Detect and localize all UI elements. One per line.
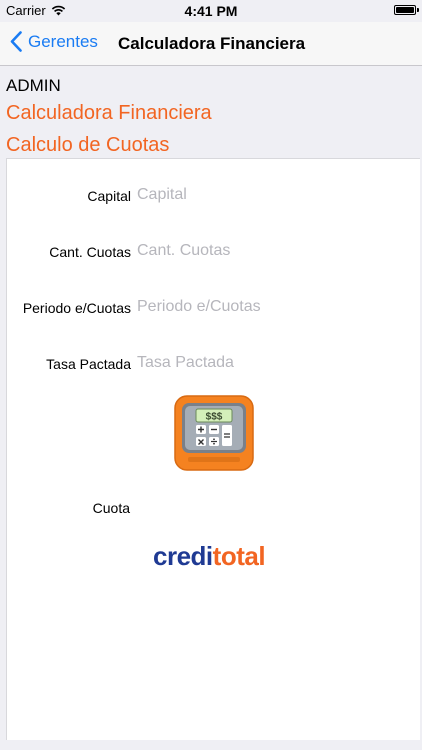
calculator-icon[interactable]: $$$	[174, 395, 254, 471]
status-bar: Carrier 4:41 PM	[0, 0, 422, 22]
cant-cuotas-row: Cant. Cuotas	[7, 236, 421, 266]
back-button-label: Gerentes	[28, 31, 98, 51]
page-title: Calculadora Financiera	[6, 102, 212, 124]
creditotal-logo: creditotal	[153, 541, 266, 571]
cant-cuotas-input[interactable]	[137, 236, 407, 266]
user-label: ADMIN	[6, 76, 61, 95]
calc-display-text: $$$	[206, 412, 223, 423]
cant-cuotas-label: Cant. Cuotas	[49, 244, 131, 260]
chevron-left-icon	[10, 31, 22, 52]
status-time: 4:41 PM	[184, 3, 238, 19]
header-area: ADMIN Calculadora Financiera Calculo de …	[6, 76, 212, 157]
tasa-label: Tasa Pactada	[46, 356, 131, 372]
capital-input[interactable]	[137, 180, 407, 210]
navigation-bar: Gerentes Calculadora Financiera	[0, 22, 422, 66]
page-subtitle: Calculo de Cuotas	[6, 134, 170, 156]
form-card: Capital Cant. Cuotas Periodo e/Cuotas Ta…	[6, 158, 420, 740]
capital-label: Capital	[87, 188, 131, 204]
back-button[interactable]: Gerentes	[10, 31, 98, 52]
tasa-row: Tasa Pactada	[7, 348, 421, 378]
battery-icon	[394, 5, 419, 15]
cuota-label: Cuota	[92, 500, 130, 516]
periodo-label: Periodo e/Cuotas	[22, 300, 131, 316]
periodo-input[interactable]	[137, 292, 407, 322]
periodo-row: Periodo e/Cuotas	[7, 292, 421, 322]
tasa-input[interactable]	[137, 348, 407, 378]
nav-title: Calculadora Financiera	[118, 34, 306, 53]
capital-row: Capital	[7, 180, 421, 210]
